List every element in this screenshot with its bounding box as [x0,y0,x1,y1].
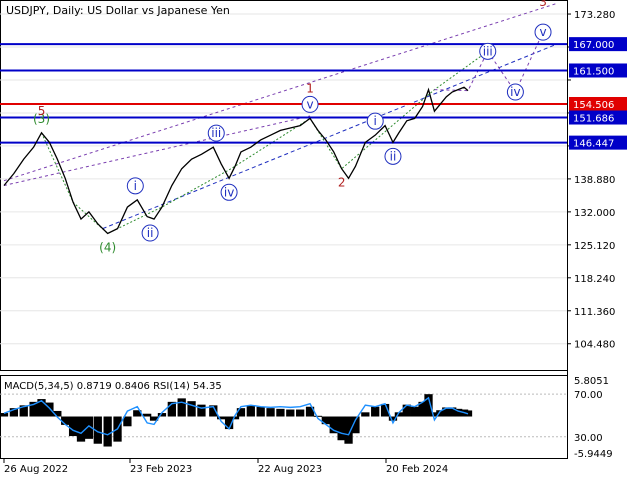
macd-bar [286,409,295,417]
level-tag-label: 167.000 [573,40,614,51]
channel-upper [3,2,558,182]
wave-label-7: 1 [306,81,314,95]
macd-bar [276,408,285,417]
price-tick-label: 111.360 [574,307,615,318]
price-tick-label: 173.280 [574,10,615,21]
macd-bar [313,415,323,417]
indicator-tick-label: 30.00 [574,433,603,444]
price-axis-ticks: 173.280 138.880 132.000 125.120 118.240 111.3… [567,10,615,351]
wave-label-12: iii [483,44,493,58]
time-tick-label: 20 Feb 2024 [386,464,448,475]
indicator-tick-label: 70.00 [574,390,603,401]
wave-label-15: 3 [539,0,547,9]
level-tags: 167.000 161.500 154.506 151.686 146.447 [569,37,627,150]
macd-bar [402,404,411,417]
indicator-axis-ticks: 5.8051 70.00 30.00 -5.9449 [574,376,613,460]
indicator-label: MACD(5,34,5) 0.8719 0.8406 RSI(14) 54.35 [4,381,222,392]
time-tick-label: 22 Aug 2023 [258,464,322,475]
macd-bar [123,416,132,427]
macd-bar [143,413,152,417]
level-tag-label: 161.500 [573,66,614,77]
wave-label-2: (4) [99,240,116,254]
wave-label-11: ii [390,149,397,163]
grid-layer [0,13,567,345]
price-tick-label: 118.240 [574,274,615,285]
wave-label-6: iv [224,185,234,199]
macd-bar [296,409,305,417]
indicator-tick-label: 5.8051 [574,376,609,387]
indicator-series [0,393,567,447]
horizontal-levels [0,43,567,144]
macd-bar [187,401,196,417]
price-tick-label: 138.880 [574,175,615,186]
wave-label-3: i [134,179,137,193]
price-tick-label: 104.480 [574,340,615,351]
chart-title: USDJPY, Daily: US Dollar vs Japanese Yen [6,4,230,17]
macd-bar [76,416,86,442]
channel-upper-inner [3,115,311,186]
wave-label-10: i [374,114,377,128]
macd-bar [103,416,112,447]
chart-window: (3) 5 (4) i ii iii iv 1 v 2 i ii iii iv v 3 173.280 138.… [0,0,640,480]
level-tag-label: 154.506 [573,100,614,111]
projection-path [434,31,544,94]
wave-label-8: v [306,97,313,111]
wave-label-5: iii [211,126,221,140]
price-tick-label: 125.120 [574,241,615,252]
price-tick-label: 132.000 [574,208,615,219]
wave-label-14: v [539,25,546,39]
macd-bar [361,412,370,417]
macd-bar [236,408,246,417]
wave-label-4: ii [147,226,154,240]
channel-lower [102,43,558,230]
macd-bar [68,416,78,437]
time-tick-label: 26 Aug 2022 [4,464,68,475]
macd-bar [246,406,255,417]
macd-bar [177,398,186,417]
macd-bar [371,406,380,417]
macd-bar [256,406,265,417]
macd-bar [266,408,275,417]
wave-label-13: iv [510,85,520,99]
time-axis-ticks: 26 Aug 2022 23 Feb 2023 22 Aug 2023 20 Feb … [3,459,448,475]
wave-label-1: 5 [38,104,46,118]
wave-label-9: 2 [338,176,346,190]
time-tick-label: 23 Feb 2023 [130,464,192,475]
macd-bar [410,406,419,417]
level-tag-label: 151.686 [573,114,614,125]
indicator-tick-label: -5.9449 [574,449,613,460]
chart-svg: (3)5(4)iiiiiiiv1v2iiiiiiivv3 173.280138.… [0,0,627,475]
level-tag-label: 146.447 [573,139,614,150]
macd-bar [0,413,9,417]
macd-bar [197,404,206,417]
